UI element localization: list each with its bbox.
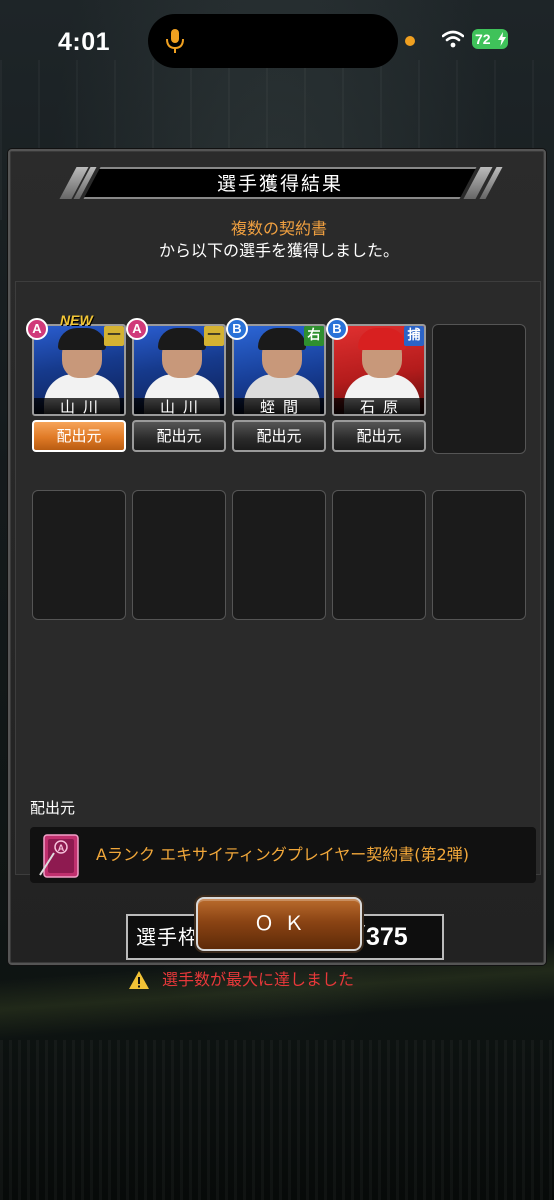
source-button[interactable]: 配出元 bbox=[132, 420, 226, 452]
player-name: 蛭間 bbox=[234, 398, 324, 414]
source-row: A Aランク エキサイティングプレイヤー契約書(第2弾) bbox=[30, 827, 536, 883]
empty-slot bbox=[32, 490, 126, 620]
privacy-indicator bbox=[405, 36, 415, 46]
source-contract-name: Aランク エキサイティングプレイヤー契約書(第2弾) bbox=[96, 845, 469, 864]
wifi-icon bbox=[442, 30, 464, 48]
empty-slot bbox=[432, 490, 526, 620]
warning-text: 選手数が最大に達しました bbox=[162, 970, 355, 989]
player-name: 山川 bbox=[134, 398, 224, 414]
empty-slot bbox=[432, 324, 526, 454]
player-card[interactable]: 山川 一 A NEW 配出元 bbox=[26, 312, 126, 454]
position-badge: 一 bbox=[204, 326, 224, 346]
empty-slot bbox=[132, 490, 226, 620]
dynamic-island bbox=[148, 14, 398, 68]
crowd-background bbox=[0, 1040, 554, 1200]
battery-icon: 72 bbox=[472, 29, 508, 49]
player-card[interactable]: 蛭間 右 B 配出元 bbox=[226, 318, 326, 454]
player-cap bbox=[58, 328, 106, 350]
status-bar: 4:01 72 bbox=[0, 0, 554, 80]
player-card[interactable]: 石原 捕 B 配出元 bbox=[326, 318, 426, 454]
capacity-max: 375 bbox=[366, 923, 408, 951]
player-name: 石原 bbox=[334, 398, 424, 414]
empty-slot bbox=[232, 490, 326, 620]
position-badge: 一 bbox=[104, 326, 124, 346]
players-panel: 山川 一 A NEW 配出元 山川 一 A 配出元 蛭間 右 B 配出元 石原 … bbox=[15, 281, 541, 989]
svg-text:A: A bbox=[58, 843, 65, 853]
empty-slot bbox=[332, 490, 426, 620]
player-name: 山川 bbox=[34, 398, 124, 414]
ok-button[interactable]: ＯＫ bbox=[196, 897, 362, 951]
player-card-image[interactable]: 山川 一 bbox=[32, 324, 126, 416]
player-cap bbox=[358, 328, 406, 350]
message-highlight: 複数の契約書 bbox=[230, 219, 327, 238]
contract-icon: A bbox=[39, 834, 79, 878]
warning-icon bbox=[129, 971, 149, 989]
rank-badge: B bbox=[326, 318, 348, 340]
dialog-title: 選手獲得結果 bbox=[216, 173, 343, 195]
player-card[interactable]: 山川 一 A 配出元 bbox=[126, 318, 226, 454]
player-card-image[interactable]: 山川 一 bbox=[132, 324, 226, 416]
player-cap bbox=[158, 328, 206, 350]
charging-bolt-icon bbox=[498, 32, 506, 46]
position-badge: 捕 bbox=[404, 326, 424, 346]
source-button[interactable]: 配出元 bbox=[32, 420, 126, 452]
rank-badge: A bbox=[126, 318, 148, 340]
message-text: から以下の選手を獲得しました。 bbox=[158, 241, 399, 260]
source-label: 配出元 bbox=[30, 799, 76, 817]
position-badge: 右 bbox=[304, 326, 324, 346]
player-card-image[interactable]: 蛭間 右 bbox=[232, 324, 326, 416]
player-cap bbox=[258, 328, 306, 350]
rank-badge: A bbox=[26, 318, 48, 340]
source-button[interactable]: 配出元 bbox=[232, 420, 326, 452]
player-card-image[interactable]: 石原 捕 bbox=[332, 324, 426, 416]
status-time: 4:01 bbox=[58, 28, 111, 56]
new-tag: NEW bbox=[60, 312, 93, 328]
rank-badge: B bbox=[226, 318, 248, 340]
mic-icon bbox=[166, 29, 184, 53]
source-button[interactable]: 配出元 bbox=[332, 420, 426, 452]
result-dialog: 選手獲得結果 複数の契約書 から以下の選手を獲得しました。 山川 一 A NEW… bbox=[8, 149, 546, 989]
battery-level: 72 bbox=[475, 31, 491, 47]
